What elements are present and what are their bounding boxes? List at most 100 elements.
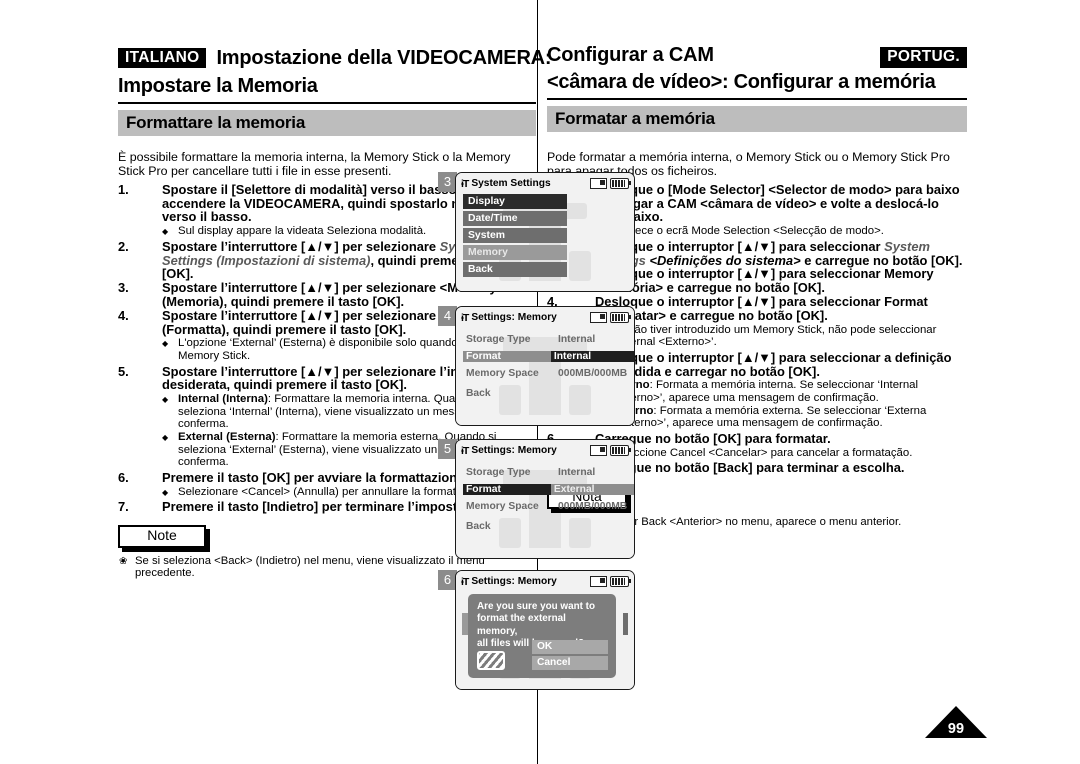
step-bullets: Se não tiver introduzido um Memory Stick… <box>595 324 967 349</box>
step-bullet-term: Internal (Interna) <box>178 393 268 406</box>
lcd-setting-value: 000MB/000MB <box>558 367 628 379</box>
battery-icon <box>610 576 631 587</box>
header-italian: ITALIANO Impostazione della VIDEOCAMERA:… <box>118 44 552 136</box>
lcd-title-text: Settings: Memory <box>471 445 557 456</box>
step-text-part: Spostare l’interruttore [▲/▼] per selezi… <box>162 280 505 309</box>
step-text-part: Desloque o interruptor [▲/▼] para selecc… <box>595 293 928 323</box>
step-number: 2. <box>118 238 129 254</box>
lcd-setting-label: Back <box>466 387 491 399</box>
memory-card-icon <box>590 576 607 587</box>
step-bullet: Interno: Formata a memória interna. Se s… <box>595 379 967 404</box>
lcd-setting-row[interactable]: Memory Space 000MB/000MB <box>463 498 634 514</box>
header-rule-left <box>118 102 536 104</box>
lcd-menu-item-back[interactable]: Back <box>463 262 567 277</box>
lcd-setting-row[interactable]: Memory Space 000MB/000MB <box>463 365 634 381</box>
lcd-setting-row[interactable]: Format Internal <box>463 348 634 364</box>
step-text-part: Desloque o interruptor [▲/▼] para selecc… <box>595 238 885 254</box>
lcd-menu-item-display[interactable]: Display <box>463 194 567 209</box>
lcd-setting-label: Storage Type <box>466 466 531 478</box>
step-bullets: Aparece o ecrã Mode Selection <Selecção … <box>595 225 967 238</box>
lcd-setting-row[interactable]: Format External <box>463 481 634 497</box>
step-text: Desloque o interruptor [▲/▼] para selecc… <box>595 266 934 295</box>
page-number: 99 <box>947 721 965 737</box>
info-text-icon: ɨT <box>461 311 469 324</box>
battery-icon <box>610 445 631 456</box>
step-bullet: Se não tiver introduzido um Memory Stick… <box>595 324 967 349</box>
lcd-setting-label: Memory Space <box>466 500 539 512</box>
lcd-menu-item-system[interactable]: System <box>463 228 567 243</box>
lcd-title-text: System Settings <box>471 178 551 189</box>
battery-icon <box>610 312 631 323</box>
dialog-buttons: OK Cancel <box>532 640 608 672</box>
section-bar-portuguese: Formatar a memória <box>547 105 967 132</box>
lcd-screen: ɨT Settings: Memory Storage Type Internal Fo… <box>455 306 635 426</box>
info-text-icon: ɨT <box>461 444 469 457</box>
step-number: 7. <box>118 499 129 515</box>
lcd-title-bar: ɨT Settings: Memory <box>456 571 634 590</box>
lcd-screen: ɨT System Settings Display Date/Time System M… <box>455 172 635 292</box>
step-bullet-body: : Formata a memória externa. Se seleccio… <box>611 404 927 430</box>
lcd-setting-value: External <box>550 483 634 495</box>
lcd-setting-label: Format <box>463 350 551 362</box>
page-subtitle-italian: Impostare la Memoria <box>118 75 318 97</box>
step-text: Spostare l’interruttore [▲/▼] per selezi… <box>162 280 504 309</box>
step-number: 1. <box>118 181 129 197</box>
step-number: 5. <box>118 363 129 379</box>
header-portuguese: Configurar a CAM PORTUG. <câmara de víde… <box>547 44 967 132</box>
step-text: Carregue no botão [Back] para terminar a… <box>595 460 904 475</box>
lcd-settings-rows: Storage Type Internal Format External Memory… <box>456 459 634 534</box>
lcd-setting-value: 000MB/000MB <box>558 500 628 512</box>
step-text: Desloque o interruptor [▲/▼] para selecc… <box>595 350 951 379</box>
page-subtitle-portuguese: <câmara de vídeo>: Configurar a memória <box>547 70 936 93</box>
language-tag-portuguese: PORTUG. <box>880 47 967 68</box>
lcd-title-bar: ɨT Settings: Memory <box>456 307 634 326</box>
section-bar-italian: Formattare la memoria <box>118 110 536 136</box>
step-text-part: Desloque o interruptor [▲/▼] para selecc… <box>595 266 934 296</box>
step-text: Desloque o [Mode Selector] <Selector de … <box>595 182 960 225</box>
step-bullet-body: : Formata a memória interna. Se seleccio… <box>611 379 919 404</box>
step-text-part: Premere il tasto [OK] per avviare la for… <box>162 469 468 485</box>
lcd-setting-row[interactable]: Storage Type Internal <box>463 464 634 480</box>
language-tag-italian: ITALIANO <box>118 47 207 69</box>
lcd-title-bar: ɨT Settings: Memory <box>456 440 634 459</box>
step-number: 4. <box>118 307 129 323</box>
dialog-message-line: format the external memory, <box>477 613 566 637</box>
dialog-cancel-button[interactable]: Cancel <box>532 656 608 670</box>
lcd-menu-item-date-time[interactable]: Date/Time <box>463 211 567 226</box>
lcd-menu-item-memory[interactable]: Memory <box>463 245 567 260</box>
lcd-screen: ɨT Settings: Memory Are you sure you want … <box>455 570 635 690</box>
lcd-screen: ɨT Settings: Memory Storage Type Internal Fo… <box>455 439 635 559</box>
step-text-part: <Definições do sistema> <box>645 252 801 268</box>
battery-icon <box>610 178 631 189</box>
memory-card-icon <box>590 178 607 189</box>
manual-page: ITALIANO Impostazione della VIDEOCAMERA:… <box>0 0 1080 764</box>
lcd-menu-list: Display Date/Time System Memory Back <box>456 192 634 277</box>
step-text: Desloque o interruptor [▲/▼] para selecc… <box>595 294 928 323</box>
lcd-title-text: Settings: Memory <box>471 312 557 323</box>
lcd-setting-value: Internal <box>558 466 596 478</box>
lcd-setting-row[interactable]: Back <box>463 385 634 401</box>
step-bullets: Seleccione Cancel <Cancelar> para cancel… <box>595 447 967 460</box>
lcd-setting-value: Internal <box>550 350 634 362</box>
note-box-italian: Note <box>118 524 210 552</box>
step-number: 3. <box>118 280 129 296</box>
step-bullet: Externo: Formata a memória externa. Se s… <box>595 405 967 430</box>
page-title-italian: Impostazione della VIDEOCAMERA: <box>216 46 552 69</box>
dialog-ok-button[interactable]: OK <box>532 640 608 654</box>
section-title-italian: Formattare la memoria <box>126 113 306 132</box>
step-text-part: Desloque o [Mode Selector] <Selector de … <box>595 181 960 225</box>
lcd-settings-rows: Storage Type Internal Format Internal Memory… <box>456 326 634 401</box>
info-text-icon: ɨT <box>461 177 469 190</box>
page-title-portuguese: Configurar a CAM <box>547 44 714 66</box>
lcd-setting-value: Internal <box>558 333 596 345</box>
lcd-setting-row[interactable]: Storage Type Internal <box>463 331 634 347</box>
step-text-part: Carregue no botão [Back] para terminar a… <box>595 460 905 476</box>
lcd-right-edge-marker <box>623 613 628 635</box>
header-rule-right <box>547 97 967 100</box>
step-text: Premere il tasto [Indietro] per terminar… <box>162 499 501 514</box>
step-text-part: Premere il tasto [Indietro] per terminar… <box>162 499 501 515</box>
lcd-setting-row[interactable]: Back <box>463 518 634 534</box>
note-label-italian: Note <box>118 524 206 548</box>
step-number: 6. <box>118 469 129 485</box>
step-bullets: Interno: Formata a memória interna. Se s… <box>595 379 967 429</box>
